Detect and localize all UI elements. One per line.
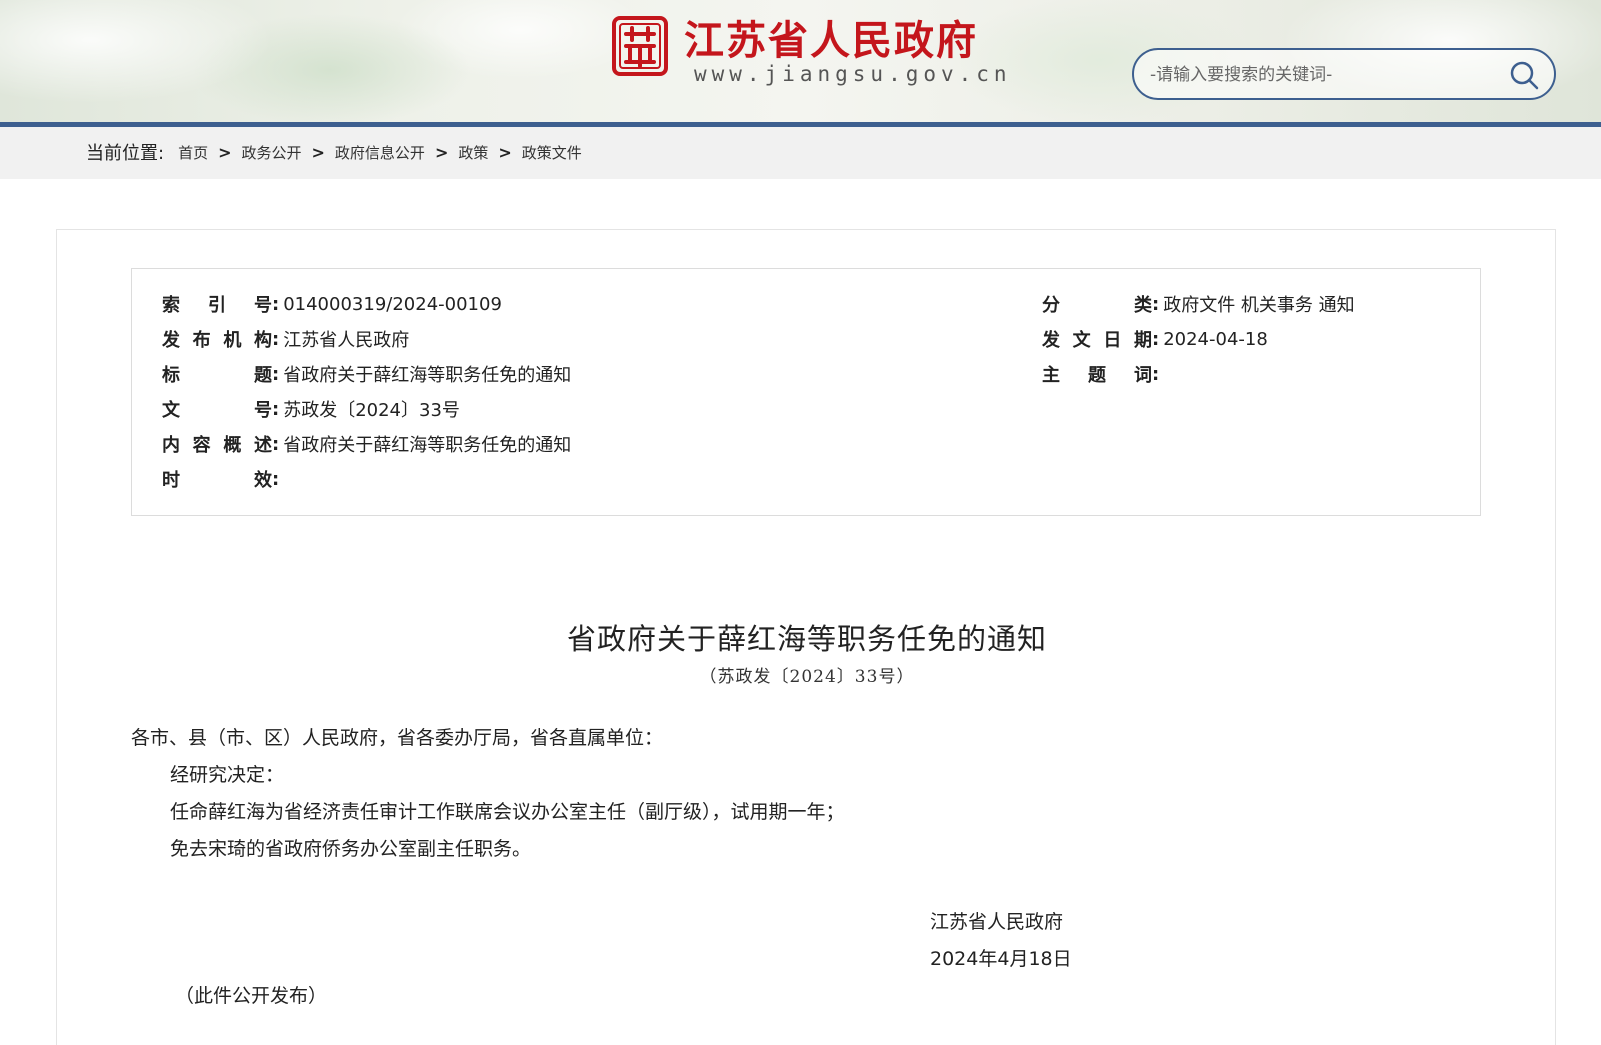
meta-summary: 省政府关于薛红海等职务任免的通知 [283, 435, 572, 456]
meta-label: 主题词 [1042, 365, 1152, 386]
meta-label: 发文日期 [1042, 330, 1152, 351]
breadcrumb-bar: 当前位置: 首页 > 政务公开 > 政府信息公开 > 政策 > 政策文件 [0, 127, 1601, 179]
meta-row-title: 标题 : 省政府关于薛红海等职务任免的通知 [162, 359, 571, 389]
site-header: 江苏省人民政府 www.jiangsu.gov.cn [0, 0, 1601, 122]
meta-label: 发布机构 [162, 330, 272, 351]
breadcrumb: 当前位置: 首页 > 政务公开 > 政府信息公开 > 政策 > 政策文件 [86, 139, 582, 165]
meta-issue-date: 2024-04-18 [1163, 328, 1268, 350]
meta-row-publisher: 发布机构 : 江苏省人民政府 [162, 324, 409, 354]
breadcrumb-policy[interactable]: 政策 [458, 142, 488, 163]
breadcrumb-policy-docs[interactable]: 政策文件 [522, 142, 582, 163]
document-paragraph: 任命薛红海为省经济责任审计工作联席会议办公室主任（副厅级），试用期一年； [170, 801, 845, 823]
jiangsu-logo-icon[interactable] [612, 16, 668, 76]
meta-label: 时效 [162, 470, 272, 491]
document-paragraph: 经研究决定： [170, 764, 285, 786]
search-input[interactable] [1150, 60, 1480, 90]
meta-title: 省政府关于薛红海等职务任免的通知 [283, 365, 572, 386]
meta-row-keywords: 主题词 : [1042, 359, 1163, 389]
meta-row-validity: 时效 : [162, 464, 283, 494]
meta-label: 分类 [1042, 295, 1152, 316]
document-number: （苏政发〔2024〕33号） [699, 667, 915, 687]
breadcrumb-separator: > [218, 142, 232, 162]
meta-label: 内容概述 [162, 435, 272, 456]
signature-date: 2024年4月18日 [930, 948, 1072, 970]
meta-label: 文号 [162, 400, 272, 421]
meta-row-index: 索引号 : 014000319/2024-00109 [162, 289, 502, 319]
main-panel: 索引号 : 014000319/2024-00109 发布机构 : 江苏省人民政… [56, 229, 1556, 1045]
site-url[interactable]: www.jiangsu.gov.cn [694, 62, 1012, 86]
meta-row-issue-date: 发文日期 : 2024-04-18 [1042, 324, 1268, 354]
breadcrumb-separator: > [311, 142, 325, 162]
search-box [1132, 48, 1556, 100]
breadcrumb-label: 当前位置: [86, 143, 165, 164]
breadcrumb-home[interactable]: 首页 [178, 142, 208, 163]
signature-org: 江苏省人民政府 [930, 911, 1064, 933]
breadcrumb-separator: > [498, 142, 512, 162]
release-note: （此件公开发布） [175, 985, 328, 1007]
meta-label: 索引号 [162, 295, 272, 316]
meta-category: 政府文件 机关事务 通知 [1163, 295, 1355, 316]
breadcrumb-gov-affairs[interactable]: 政务公开 [242, 142, 302, 163]
meta-label: 标题 [162, 365, 272, 386]
breadcrumb-gov-info[interactable]: 政府信息公开 [335, 142, 425, 163]
meta-row-doc-no: 文号 : 苏政发〔2024〕33号 [162, 394, 460, 424]
meta-doc-no: 苏政发〔2024〕33号 [283, 400, 460, 421]
search-icon[interactable] [1508, 59, 1540, 91]
meta-row-category: 分类 : 政府文件 机关事务 通知 [1042, 289, 1355, 319]
meta-index-no: 014000319/2024-00109 [283, 293, 502, 315]
metadata-table: 索引号 : 014000319/2024-00109 发布机构 : 江苏省人民政… [131, 268, 1481, 516]
document-paragraph: 免去宋琦的省政府侨务办公室副主任职务。 [170, 838, 532, 860]
breadcrumb-separator: > [434, 142, 449, 162]
meta-publisher: 江苏省人民政府 [283, 330, 410, 351]
document-title: 省政府关于薛红海等职务任免的通知 [566, 622, 1047, 656]
site-title[interactable]: 江苏省人民政府 [684, 8, 978, 66]
meta-row-summary: 内容概述 : 省政府关于薛红海等职务任免的通知 [162, 429, 571, 459]
document-salutation: 各市、县（市、区）人民政府，省各委办厅局，省各直属单位： [131, 727, 664, 749]
